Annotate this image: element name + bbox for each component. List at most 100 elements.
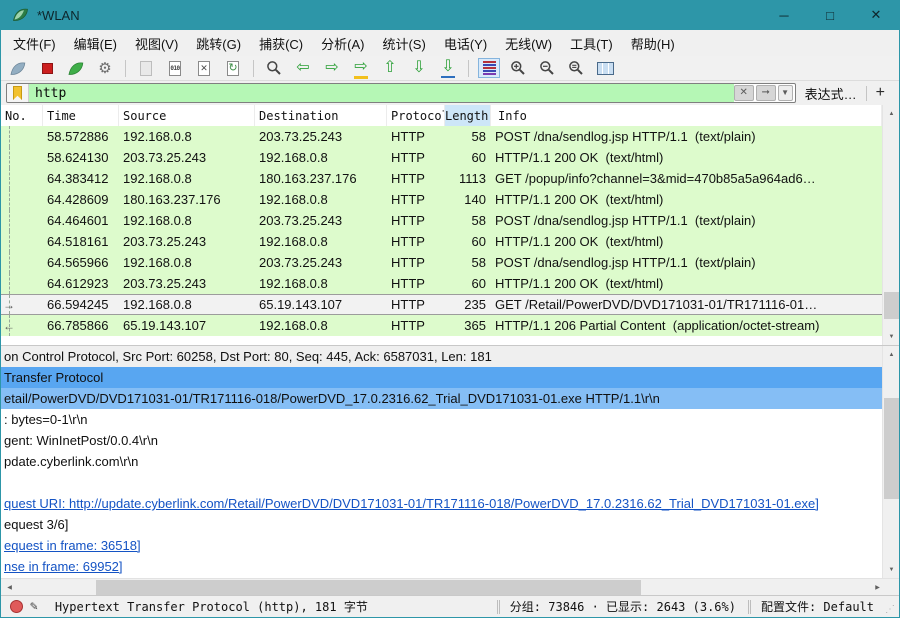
horizontal-scrollbar[interactable]: ◀ ▶ [1, 578, 899, 595]
menu-item-5[interactable]: 分析(A) [312, 34, 373, 53]
filter-bookmark-icon[interactable] [7, 84, 29, 102]
expression-button[interactable]: 表达式… [802, 84, 860, 103]
packet-cell: 60 [471, 276, 486, 291]
column-header-length[interactable]: Length [445, 105, 491, 126]
capture-start-icon[interactable] [6, 58, 30, 79]
column-header-destination[interactable]: Destination [255, 105, 387, 126]
resize-grip[interactable]: ⋰ [885, 604, 895, 615]
column-header-source[interactable]: Source [119, 105, 255, 126]
menu-item-3[interactable]: 跳转(G) [187, 34, 250, 53]
scroll-down-icon[interactable]: ▼ [883, 328, 899, 345]
packet-list-pane: No. Time Source Destination Protocol Length In… [1, 105, 899, 345]
scroll-left-icon[interactable]: ◀ [1, 579, 18, 596]
detail-line[interactable]: on Control Protocol, Src Port: 60258, Ds… [1, 346, 882, 367]
reload-file-icon[interactable]: ↻ [221, 58, 245, 79]
detail-line[interactable]: pdate.cyberlink.com\r\n [1, 451, 882, 472]
detail-line[interactable]: : bytes=0-1\r\n [1, 409, 882, 430]
scroll-up-icon[interactable]: ▲ [883, 346, 899, 363]
packet-cell: 66.594245 [47, 297, 109, 312]
detail-line[interactable]: nse in frame: 69952] [1, 556, 882, 577]
clear-filter-icon[interactable]: ✕ [733, 85, 754, 101]
detail-scrollbar[interactable]: ▲ ▼ [882, 346, 899, 578]
find-packet-icon[interactable] [262, 58, 286, 79]
go-down-icon[interactable]: ⇩ [407, 58, 431, 79]
menu-item-4[interactable]: 捕获(C) [250, 34, 312, 53]
packet-row[interactable]: 58.572886 192.168.0.8 203.73.25.243 HTTP 58 P… [1, 126, 882, 147]
packet-row[interactable]: 64.428609 180.163.237.176 192.168.0.8 HTTP 1… [1, 189, 882, 210]
menu-item-10[interactable]: 帮助(H) [622, 34, 684, 53]
status-profile[interactable]: 配置文件: Default [761, 598, 874, 615]
detail-line[interactable]: equest in frame: 36518] [1, 535, 882, 556]
packet-cell: HTTP [391, 255, 425, 270]
filter-bar: http ✕ ➞ ▼ 表达式… + [1, 81, 899, 105]
menu-item-1[interactable]: 编辑(E) [65, 34, 126, 53]
packet-cell: HTTP/1.1 200 OK (text/html) [495, 276, 664, 291]
scroll-down-icon[interactable]: ▼ [883, 561, 899, 578]
detail-line[interactable]: quest URI: http://update.cyberlink.com/R… [1, 493, 882, 514]
go-bottom-icon[interactable]: ⇩ [436, 58, 460, 79]
go-to-packet-icon[interactable]: ⇨ [349, 58, 373, 79]
capture-options-icon[interactable]: ⚙ [93, 58, 117, 79]
scroll-up-icon[interactable]: ▲ [883, 105, 899, 122]
detail-line[interactable]: equest 3/6] [1, 514, 882, 535]
capture-restart-icon[interactable] [64, 58, 88, 79]
packet-list: 58.572886 192.168.0.8 203.73.25.243 HTTP 58 P… [1, 126, 882, 336]
window-title: *WLAN [37, 7, 80, 23]
menu-item-6[interactable]: 统计(S) [373, 34, 434, 53]
detail-line[interactable]: etail/PowerDVD/DVD171031-01/TR171116-018… [1, 388, 882, 409]
menu-item-2[interactable]: 视图(V) [126, 34, 187, 53]
capture-comment-icon[interactable]: ✎ [30, 599, 38, 614]
colorize-packets-icon[interactable] [477, 58, 501, 79]
menu-item-0[interactable]: 文件(F) [4, 34, 65, 53]
apply-filter-icon[interactable]: ➞ [755, 85, 776, 101]
go-back-icon[interactable]: ⇦ [291, 58, 315, 79]
scrollbar-thumb[interactable] [884, 292, 899, 319]
packet-cell: 64.612923 [47, 276, 109, 291]
menu-item-7[interactable]: 电话(Y) [435, 34, 496, 53]
packet-cell: 64.383412 [47, 171, 109, 186]
menu-item-8[interactable]: 无线(W) [496, 34, 561, 53]
column-header-time[interactable]: Time [43, 105, 119, 126]
packet-row[interactable]: 64.518161 203.73.25.243 192.168.0.8 HTTP 60 H… [1, 231, 882, 252]
capture-stop-icon[interactable] [35, 58, 59, 79]
window-controls: ─ □ ✕ [761, 0, 899, 30]
maximize-button[interactable]: □ [807, 0, 853, 30]
packet-row[interactable]: ← 66.785866 65.19.143.107 192.168.0.8 HTTP 36… [1, 315, 882, 336]
minimize-button[interactable]: ─ [761, 0, 807, 30]
packet-row[interactable]: → 66.594245 192.168.0.8 65.19.143.107 HTTP 23… [1, 294, 882, 315]
packet-row[interactable]: 58.624130 203.73.25.243 192.168.0.8 HTTP 60 H… [1, 147, 882, 168]
packet-detail-pane: on Control Protocol, Src Port: 60258, Ds… [1, 345, 899, 578]
packet-row[interactable]: 64.565966 192.168.0.8 203.73.25.243 HTTP 58 P… [1, 252, 882, 273]
zoom-out-icon[interactable] [535, 58, 559, 79]
resize-columns-icon[interactable] [593, 58, 617, 79]
packet-cell: 203.73.25.243 [259, 129, 343, 144]
zoom-reset-icon[interactable] [564, 58, 588, 79]
packet-row[interactable]: 64.612923 203.73.25.243 192.168.0.8 HTTP 60 H… [1, 273, 882, 294]
close-button[interactable]: ✕ [853, 0, 899, 30]
detail-line[interactable]: Transfer Protocol [1, 367, 882, 388]
menu-item-9[interactable]: 工具(T) [561, 34, 622, 53]
column-header-no[interactable]: No. [1, 105, 43, 126]
add-filter-button[interactable]: + [873, 84, 894, 102]
go-up-icon[interactable]: ⇧ [378, 58, 402, 79]
file-properties-icon[interactable]: 010 [163, 58, 187, 79]
expert-info-icon[interactable] [10, 600, 23, 613]
detail-line[interactable]: gent: WinInetPost/0.0.4\r\n [1, 430, 882, 451]
save-file-icon[interactable] [134, 58, 158, 79]
scrollbar-thumb[interactable] [884, 398, 899, 499]
close-file-icon[interactable]: ✕ [192, 58, 216, 79]
zoom-in-icon[interactable] [506, 58, 530, 79]
packet-cell: HTTP/1.1 200 OK (text/html) [495, 192, 664, 207]
packet-list-scrollbar[interactable]: ▲ ▼ [882, 105, 899, 345]
column-header-protocol[interactable]: Protocol [387, 105, 445, 126]
display-filter-input[interactable]: http [29, 84, 734, 102]
column-header-info[interactable]: Info [491, 105, 882, 126]
packet-row[interactable]: 64.383412 192.168.0.8 180.163.237.176 HTTP 1… [1, 168, 882, 189]
detail-line[interactable] [1, 472, 882, 493]
scroll-right-icon[interactable]: ▶ [869, 579, 886, 596]
packet-row[interactable]: 64.464601 192.168.0.8 203.73.25.243 HTTP 58 P… [1, 210, 882, 231]
packet-cell: HTTP [391, 150, 425, 165]
go-forward-icon[interactable]: ⇨ [320, 58, 344, 79]
filter-history-dropdown-icon[interactable]: ▼ [777, 85, 793, 101]
scrollbar-thumb[interactable] [96, 580, 641, 595]
